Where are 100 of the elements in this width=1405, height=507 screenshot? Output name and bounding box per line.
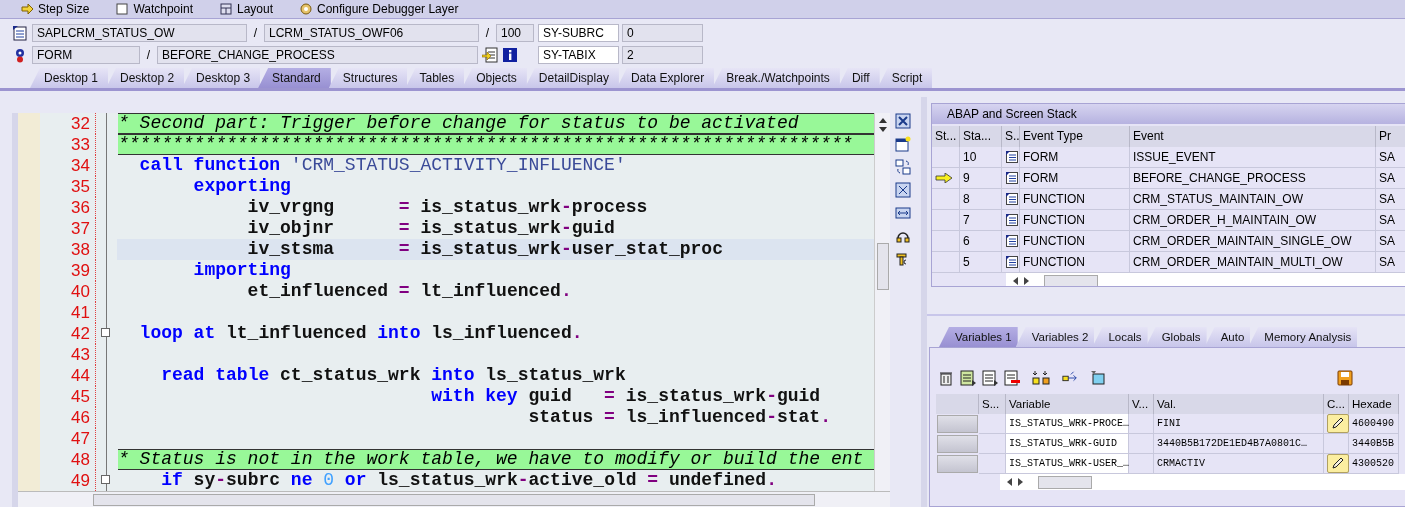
list-remove-icon[interactable]	[1004, 370, 1020, 386]
info-icon[interactable]	[502, 47, 518, 63]
desktop-tab[interactable]: Break./Watchpoints	[712, 68, 840, 88]
save-icon[interactable]	[1337, 370, 1353, 386]
horizontal-scrollbar[interactable]	[1000, 474, 1405, 490]
source-icon	[1005, 192, 1019, 206]
filter-icon[interactable]	[1090, 370, 1106, 386]
line-number: 35	[40, 176, 96, 197]
close-icon[interactable]	[895, 113, 911, 129]
line-number: 46	[40, 407, 96, 428]
column-header[interactable]: S..	[1002, 126, 1020, 147]
program-icon	[12, 25, 28, 41]
table-cell: FUNCTION	[1020, 189, 1130, 210]
desktop-tab[interactable]: Diff	[837, 68, 880, 88]
desktop-tab[interactable]: Desktop 3	[182, 68, 261, 88]
code-line: et_influenced = lt_influenced.	[246, 281, 572, 302]
desktop-tab[interactable]: Desktop 2	[106, 68, 185, 88]
code-comment: * Status is not in the work table, we have to modify or build the ent	[118, 449, 874, 470]
scroll-thumb[interactable]	[93, 494, 815, 507]
table-cell: 5	[960, 252, 1002, 273]
desktop-tab[interactable]: Tables	[405, 68, 465, 88]
column-header[interactable]: Variable	[1006, 394, 1129, 414]
variables-tab[interactable]: Globals	[1145, 327, 1207, 347]
system-field-name: SY-TABIX	[538, 46, 619, 64]
column-header[interactable]: Hexade	[1349, 394, 1399, 414]
right-arrow-icon[interactable]	[1024, 277, 1030, 285]
vertical-scrollbar[interactable]	[874, 113, 890, 492]
fit-width-icon[interactable]	[895, 205, 911, 221]
line-number: 43	[40, 344, 96, 365]
line-number: 41	[40, 302, 96, 323]
panel-title: ABAP and Screen Stack	[932, 104, 1405, 124]
desktop-tab[interactable]: Structures	[328, 68, 408, 88]
line-number: 32	[40, 113, 96, 134]
navigate-icon[interactable]	[482, 47, 498, 63]
desktop-tab[interactable]: Standard	[258, 68, 331, 88]
swap-icon[interactable]	[895, 159, 911, 175]
readonly-field: LCRM_STATUS_OWF06	[264, 24, 479, 42]
desktop-tab[interactable]: Objects	[462, 68, 527, 88]
column-header[interactable]: S...	[979, 394, 1006, 414]
variables-tab[interactable]: Memory Analysis	[1248, 327, 1358, 347]
column-header[interactable]: Event Type	[1020, 126, 1130, 147]
line-number: 47	[40, 428, 96, 449]
left-arrow-icon[interactable]	[1006, 478, 1012, 486]
horizontal-scrollbar[interactable]	[18, 491, 890, 507]
toolbar-button[interactable]: Configure Debugger Layer	[299, 1, 459, 17]
code-line: exporting	[192, 176, 291, 197]
maximize-icon[interactable]	[895, 182, 911, 198]
arrow-icon	[935, 173, 953, 183]
desktop-tab[interactable]: Desktop 1	[30, 68, 109, 88]
line-number: 38	[40, 239, 96, 260]
path-separator: /	[484, 26, 491, 40]
toolbar-button[interactable]: Watchpoint	[115, 1, 193, 17]
scroll-thumb[interactable]	[1044, 275, 1098, 286]
variables-tab[interactable]: Locals	[1092, 327, 1148, 347]
right-arrow-icon[interactable]	[1018, 478, 1024, 486]
column-header[interactable]: C...	[1324, 394, 1349, 414]
table-cell: ISSUE_EVENT	[1130, 147, 1376, 168]
toolbar-button[interactable]: Layout	[218, 1, 273, 17]
table-cell: 8	[960, 189, 1002, 210]
horizontal-scrollbar[interactable]	[1006, 273, 1405, 286]
up-arrow-icon[interactable]	[878, 117, 887, 123]
column-header[interactable]: V...	[1129, 394, 1154, 414]
sort-icon[interactable]	[1032, 370, 1050, 386]
left-arrow-icon[interactable]	[1012, 277, 1018, 285]
scroll-thumb[interactable]	[1038, 476, 1092, 489]
code-line: with key guid = is_status_wrk-guid	[430, 386, 821, 407]
table-cell: 6	[960, 231, 1002, 252]
column-header[interactable]: Pr	[1376, 126, 1405, 147]
column-header[interactable]: Sta...	[960, 126, 1002, 147]
scroll-thumb[interactable]	[877, 243, 889, 290]
code-line: status = ls_influenced-stat.	[527, 407, 831, 428]
line-number: 45	[40, 386, 96, 407]
page-icon	[115, 2, 130, 16]
desktop-tab[interactable]: Script	[877, 68, 933, 88]
readonly-field: 100	[496, 24, 534, 42]
trash-icon[interactable]	[938, 370, 954, 386]
code-line: if sy-subrc ne 0 or ls_status_wrk-active_old = undefined.	[160, 470, 777, 491]
variables-tab[interactable]: Variables 1	[939, 327, 1018, 347]
column-header[interactable]: St...	[932, 126, 960, 147]
column-header[interactable]: Event	[1130, 126, 1376, 147]
layout-icon	[218, 2, 233, 16]
collapse-icon[interactable]	[101, 328, 110, 337]
desktop-tab[interactable]: Data Explorer	[616, 68, 715, 88]
list-icon[interactable]	[960, 370, 976, 386]
variables-tab[interactable]: Auto	[1204, 327, 1251, 347]
toolbar-button[interactable]: Step Size	[20, 1, 90, 17]
desktop-tab[interactable]: DetailDisplay	[524, 68, 619, 88]
table-cell: FINI	[1154, 414, 1324, 434]
collapse-icon[interactable]	[101, 475, 110, 484]
new-window-icon[interactable]	[895, 136, 911, 152]
variables-tab[interactable]: Variables 2	[1015, 327, 1095, 347]
table-cell: 3440B5B	[1349, 434, 1399, 454]
list-icon[interactable]	[982, 370, 998, 386]
system-field-value: 2	[622, 46, 703, 64]
column-header[interactable]: Val.	[1154, 394, 1324, 414]
line-number: 44	[40, 365, 96, 386]
code-comment: * Second part: Trigger before change for status to be activated	[118, 113, 874, 134]
down-arrow-icon[interactable]	[878, 127, 887, 133]
table-cell: BEFORE_CHANGE_PROCESS	[1130, 168, 1376, 189]
table-cell: CRM_ORDER_MAINTAIN_SINGLE_OW	[1130, 231, 1376, 252]
